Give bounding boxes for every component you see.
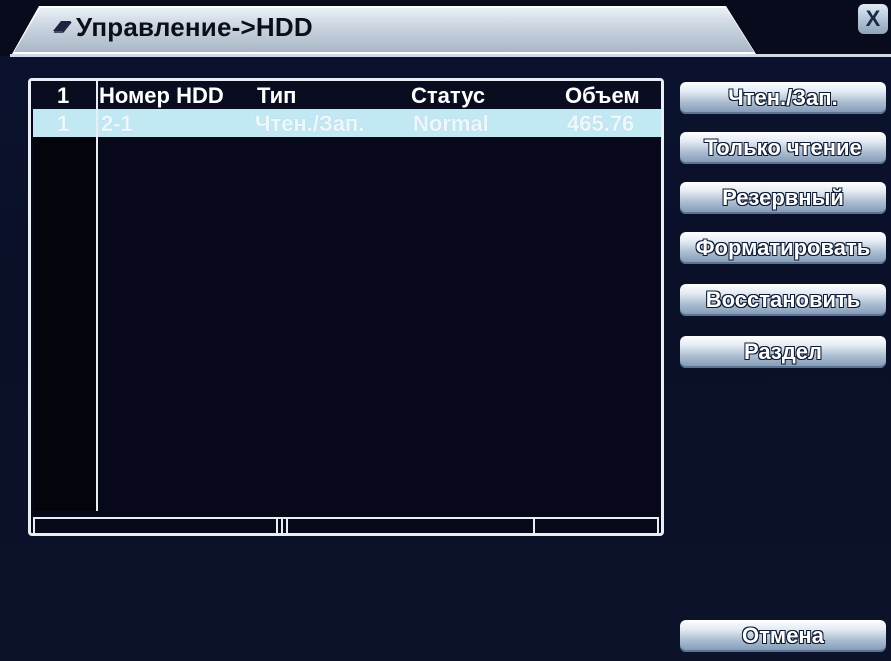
row-capacity: 465.76 [567,111,635,136]
scrollbar-divider [286,519,288,533]
row-hdd-number: 2-1 [101,111,133,136]
header-index: 1 [57,83,70,108]
hdd-management-window: Управление->HDD X 1 Номер HDD Тип Статус… [0,0,891,661]
row-index: 1 [57,111,70,136]
partition-button[interactable]: Раздел [680,336,886,368]
row-type: Чтен./Зап. [255,111,365,136]
table-header: 1 Номер HDD Тип Статус Объем [31,81,661,109]
format-button[interactable]: Форматировать [680,232,886,264]
scrollbar-thumb[interactable] [281,519,283,533]
reserve-button[interactable]: Резервный [680,182,886,214]
header-status[interactable]: Статус [411,83,485,109]
column-divider [96,81,98,511]
close-icon[interactable]: X [858,4,888,34]
title-bar: Управление->HDD X [0,0,891,56]
cancel-button[interactable]: Отмена [680,620,886,652]
scrollbar-divider [276,519,278,533]
row-status: Normal [413,111,489,136]
index-column [33,81,96,511]
header-hdd-number[interactable]: Номер HDD [99,83,224,109]
title-underline [10,54,891,57]
header-capacity[interactable]: Объем [565,83,640,109]
hdd-table: 1 Номер HDD Тип Статус Объем 1 2-1 Чтен.… [28,78,664,536]
restore-button[interactable]: Восстановить [680,284,886,316]
book-icon [53,21,72,33]
window-title: Управление->HDD [76,12,313,42]
scrollbar-divider [533,519,535,533]
header-type[interactable]: Тип [257,83,296,109]
horizontal-scrollbar[interactable] [33,517,659,535]
read-only-button[interactable]: Только чтение [680,132,886,164]
table-row[interactable]: 1 2-1 Чтен./Зап. Normal 465.76 [33,109,661,137]
read-write-button[interactable]: Чтен./Зап. [680,82,886,114]
